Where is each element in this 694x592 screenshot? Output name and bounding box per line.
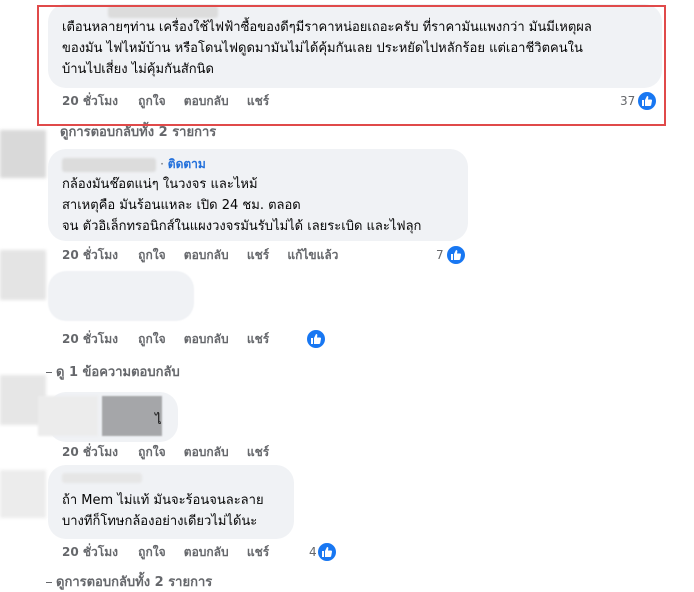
share-button[interactable]: แชร์ xyxy=(247,545,269,559)
commenter-name[interactable] xyxy=(62,157,156,172)
avatar[interactable] xyxy=(0,470,46,518)
like-button[interactable]: ถูกใจ xyxy=(138,545,165,559)
comment-text-line: กล้องมันช๊อตแน่ๆ ในวงจร และไหม้ xyxy=(62,177,258,192)
like-thumb-icon[interactable] xyxy=(316,541,338,563)
comment-actions-2: 20 ชั่วโมง ถูกใจ ตอบกลับ แชร์ แก้ไขแล้ว xyxy=(62,246,352,264)
comment-time[interactable]: 20 ชั่วโมง xyxy=(62,248,118,262)
comment-bubble-3 xyxy=(48,271,194,321)
comment-actions-4: 20 ชั่วโมง ถูกใจ ตอบกลับ แชร์ xyxy=(62,443,283,461)
blurred-photo xyxy=(102,396,162,436)
avatar[interactable] xyxy=(0,250,46,300)
avatar[interactable] xyxy=(0,130,46,178)
comment-text-line: ถ้า Mem ไม่แท้ มันจะร้อนจนละลาย xyxy=(62,493,264,508)
comment-text-line: บางทีก็โทษกล้องอย่างเดียวไม่ได้นะ xyxy=(62,514,258,529)
highlight-box xyxy=(37,5,666,126)
reaction-count[interactable]: 7 xyxy=(436,246,444,264)
comment-actions-5: 20 ชั่วโมง ถูกใจ ตอบกลับ แชร์ xyxy=(62,543,283,561)
comment-actions-3: 20 ชั่วโมง ถูกใจ ตอบกลับ แชร์ xyxy=(62,330,283,348)
comment-text-line: จน ตัวอิเล็กทรอนิกส์ในแผงวงจรมันรับไม่ได… xyxy=(62,219,422,234)
share-button[interactable]: แชร์ xyxy=(247,248,269,262)
comment-text-line: สาเหตุคือ มันร้อนแหละ เปิด 24 ชม. ตลอด xyxy=(62,198,301,213)
commenter-name[interactable] xyxy=(62,473,142,483)
comment-bubble-2: · ติดตาม กล้องมันช๊อตแน่ๆ ในวงจร และไหม้… xyxy=(48,149,468,241)
like-button[interactable]: ถูกใจ xyxy=(138,332,165,346)
like-button[interactable]: ถูกใจ xyxy=(138,445,165,459)
reply-button[interactable]: ตอบกลับ xyxy=(184,445,229,459)
view-replies-bottom[interactable]: ดูการตอบกลับทั้ง 2 รายการ xyxy=(46,571,212,592)
reply-button[interactable]: ตอบกลับ xyxy=(184,332,229,346)
reply-button[interactable]: ตอบกลับ xyxy=(184,248,229,262)
dash-divider xyxy=(46,582,52,583)
like-thumb-icon[interactable] xyxy=(305,328,327,350)
reply-button[interactable]: ตอบกลับ xyxy=(184,545,229,559)
like-thumb-icon[interactable] xyxy=(445,244,467,266)
comment-text-fragment: ไ xyxy=(155,413,162,428)
comment-time[interactable]: 20 ชั่วโมง xyxy=(62,545,118,559)
follow-link[interactable]: ติดตาม xyxy=(168,157,206,171)
comment-time[interactable]: 20 ชั่วโมง xyxy=(62,332,118,346)
dash-divider xyxy=(46,372,52,373)
comment-bubble-5: ถ้า Mem ไม่แท้ มันจะร้อนจนละลาย บางทีก็โ… xyxy=(48,465,294,539)
view-replies-one[interactable]: ดู 1 ข้อความตอบกลับ xyxy=(46,361,180,382)
share-button[interactable]: แชร์ xyxy=(247,332,269,346)
blurred-photo xyxy=(38,396,98,436)
comment-bubble-4: ไ xyxy=(38,392,178,442)
like-button[interactable]: ถูกใจ xyxy=(138,248,165,262)
comment-time[interactable]: 20 ชั่วโมง xyxy=(62,445,118,459)
edited-label[interactable]: แก้ไขแล้ว xyxy=(287,248,338,262)
share-button[interactable]: แชร์ xyxy=(247,445,269,459)
